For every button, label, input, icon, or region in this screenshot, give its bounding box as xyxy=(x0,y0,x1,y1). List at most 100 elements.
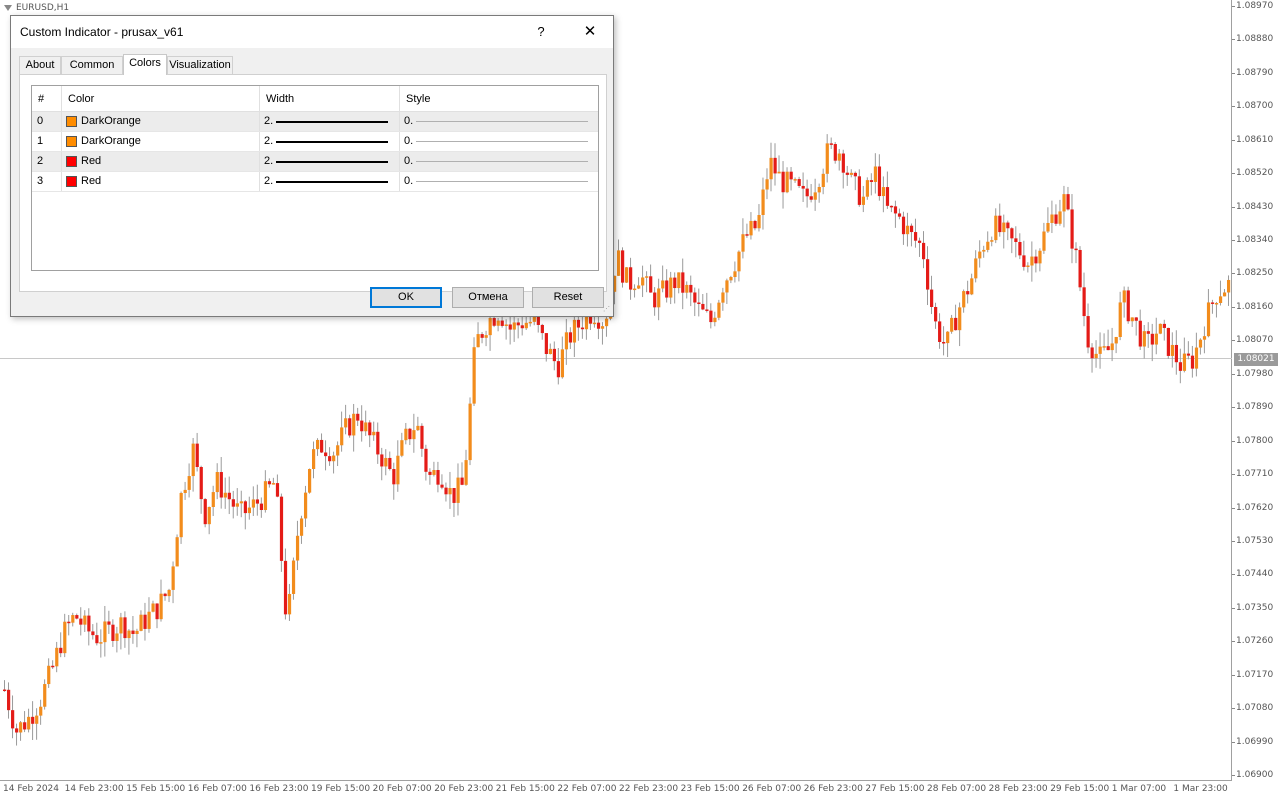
style-cell[interactable]: 0. xyxy=(400,152,598,171)
candle-body xyxy=(576,319,581,328)
width-cell[interactable]: 2. xyxy=(260,112,400,131)
candle-body xyxy=(271,483,276,485)
candle-body xyxy=(958,307,962,331)
column-header-color[interactable]: Color xyxy=(62,86,260,112)
tab-about[interactable]: About xyxy=(19,56,61,74)
candle-body xyxy=(312,449,316,470)
candle-body xyxy=(243,501,247,514)
candle-body xyxy=(432,470,436,475)
candle-body xyxy=(998,215,1002,233)
candle-body xyxy=(472,347,476,404)
current-price-label: 1.08021 xyxy=(1234,352,1278,366)
candle-body xyxy=(661,280,665,289)
style-cell[interactable]: 0. xyxy=(400,132,598,151)
candle-body xyxy=(219,472,223,498)
width-cell[interactable]: 2. xyxy=(260,152,400,171)
candle-body xyxy=(580,327,585,330)
color-cell[interactable]: DarkOrange xyxy=(62,132,260,151)
row-index: 1 xyxy=(32,132,62,151)
candle-body xyxy=(1142,331,1146,347)
width-cell[interactable]: 2. xyxy=(260,172,400,191)
time-tick-label: 16 Feb 07:00 xyxy=(187,784,247,794)
price-axis[interactable]: 1.08970 1.08880 1.08790 1.08700 1.08610 1.085… xyxy=(1231,0,1280,780)
candle-body xyxy=(877,166,882,197)
row-index: 3 xyxy=(32,172,62,191)
help-button[interactable]: ? xyxy=(531,22,551,42)
candle-body xyxy=(372,431,376,436)
candle-body xyxy=(913,232,918,241)
candle-body xyxy=(544,333,548,355)
candle-body xyxy=(436,470,440,485)
candle-body xyxy=(480,334,484,338)
table-row[interactable]: 0 DarkOrange 2. 0. xyxy=(32,112,598,132)
dialog-titlebar[interactable]: Custom Indicator - prusax_v61 ? ✕ xyxy=(11,16,613,48)
time-tick-label: 26 Feb 07:00 xyxy=(742,784,802,794)
candle-body xyxy=(1058,211,1062,224)
candle-body xyxy=(990,240,994,242)
color-cell[interactable]: Red xyxy=(62,152,260,171)
candle-body xyxy=(1166,327,1170,356)
candle-body xyxy=(464,460,468,485)
candle-body xyxy=(657,288,661,308)
candle-body xyxy=(1034,256,1038,264)
candle-body xyxy=(392,469,396,485)
ok-button[interactable]: OK xyxy=(370,287,442,308)
candle-body xyxy=(761,189,765,215)
candle-body xyxy=(1006,222,1010,229)
candle-body xyxy=(187,476,191,490)
candle-body xyxy=(207,507,211,525)
candle-body xyxy=(11,710,15,729)
table-row[interactable]: 3 Red 2. 0. xyxy=(32,172,598,192)
candle-body xyxy=(917,240,922,243)
candle-body xyxy=(857,176,861,205)
candle-body xyxy=(452,488,456,503)
close-icon[interactable]: ✕ xyxy=(577,20,603,44)
candle-body xyxy=(127,630,131,639)
width-line-preview xyxy=(276,181,388,183)
candle-body xyxy=(556,361,561,378)
tab-visualization[interactable]: Visualization xyxy=(167,56,233,74)
candle-body xyxy=(320,439,324,453)
custom-indicator-dialog: Custom Indicator - prusax_v61 ? ✕ About … xyxy=(10,15,614,317)
table-row[interactable]: 2 Red 2. 0. xyxy=(32,152,598,172)
color-cell[interactable]: Red xyxy=(62,172,260,191)
column-header-style[interactable]: Style xyxy=(400,86,598,112)
tab-common[interactable]: Common xyxy=(61,56,123,74)
candle-body xyxy=(448,488,452,495)
candle-body xyxy=(797,179,801,186)
candle-body xyxy=(468,403,472,461)
candle-body xyxy=(1222,292,1227,297)
candle-body xyxy=(600,326,605,329)
candle-body xyxy=(801,185,805,189)
table-row[interactable]: 1 DarkOrange 2. 0. xyxy=(32,132,598,152)
candle-body xyxy=(151,603,155,612)
column-header-index[interactable]: # xyxy=(32,86,62,112)
candle-body xyxy=(926,259,930,290)
colors-grid[interactable]: # Color Width Style 0 DarkOrange 2. 0. 1 Dark… xyxy=(31,85,599,271)
width-cell[interactable]: 2. xyxy=(260,132,400,151)
time-axis[interactable]: 14 Feb 2024 14 Feb 23:00 15 Feb 15:00 16 Fe… xyxy=(0,780,1232,800)
candle-body xyxy=(71,615,75,623)
style-cell[interactable]: 0. xyxy=(400,112,598,131)
resize-grip-icon[interactable]: ⋰ xyxy=(603,306,611,314)
candle-body xyxy=(625,267,629,283)
candle-body xyxy=(789,171,793,180)
candle-body xyxy=(352,413,356,436)
tab-colors[interactable]: Colors xyxy=(123,54,167,75)
candle-body xyxy=(528,321,532,324)
candle-body xyxy=(167,589,171,597)
candle-body xyxy=(1018,241,1022,256)
candle-body xyxy=(1070,209,1074,249)
price-tick-label: 1.08250 xyxy=(1231,268,1274,279)
candle-body xyxy=(179,492,183,538)
reset-button[interactable]: Reset xyxy=(532,287,604,308)
style-line-preview xyxy=(416,161,588,162)
candle-body xyxy=(637,285,641,289)
candle-body xyxy=(239,501,243,504)
color-cell[interactable]: DarkOrange xyxy=(62,112,260,131)
candle-body xyxy=(689,284,693,293)
cancel-button[interactable]: Отмена xyxy=(452,287,524,308)
column-header-width[interactable]: Width xyxy=(260,86,400,112)
candle-body xyxy=(520,325,524,329)
style-cell[interactable]: 0. xyxy=(400,172,598,191)
